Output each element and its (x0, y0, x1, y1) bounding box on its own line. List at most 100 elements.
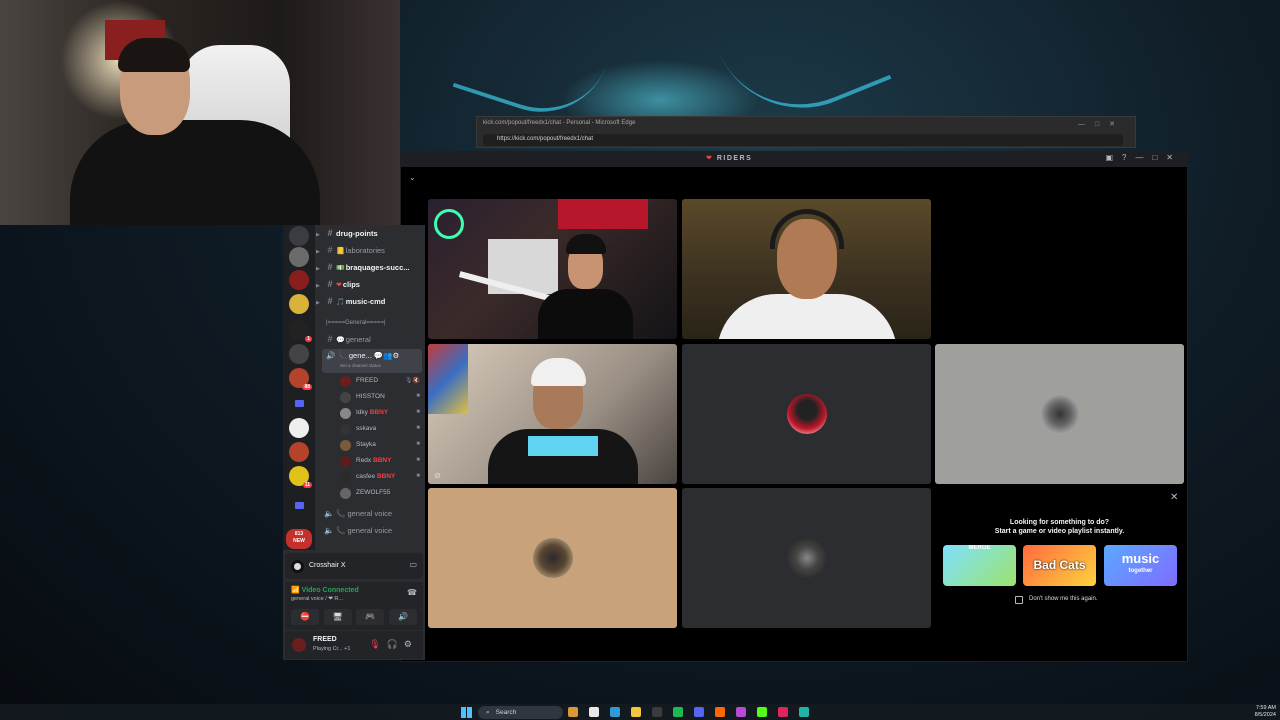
folder-icon[interactable] (631, 706, 641, 717)
clock-date: 8/5/2024 (1254, 712, 1276, 718)
channel-status[interactable]: Set a channel status (340, 363, 381, 368)
channel-braquages[interactable]: ▶ # 💵braquages-succ... (316, 261, 421, 274)
video-tile[interactable]: ⊘ (428, 344, 677, 484)
edge-address-bar[interactable]: https://kick.com/popout/freedx1/chat (483, 134, 1123, 146)
chevron-right-icon: ▶ (316, 232, 320, 238)
channel-drug-points[interactable]: ▶ # drug-points (316, 227, 421, 240)
server-icon[interactable] (289, 418, 309, 438)
dont-show-label: Don't show me this again. (1029, 596, 1098, 602)
server-icon[interactable] (289, 344, 309, 364)
edge-icon[interactable] (610, 706, 620, 717)
voice-connected-status[interactable]: 📶 Video Connected (291, 586, 359, 594)
avatar-tile[interactable] (428, 488, 677, 628)
hash-icon: # (327, 334, 333, 344)
user-tag: BBNY (376, 473, 396, 480)
discord-window-controls[interactable]: ▣?—□✕ (1105, 153, 1182, 162)
voice-channel-general-voice[interactable]: 🔈 📞 general voice (324, 509, 422, 518)
voice-user[interactable]: sskava ■ (340, 422, 422, 438)
voice-user[interactable]: HISSTON ■ (340, 390, 422, 406)
avatar-tile[interactable] (682, 344, 931, 484)
server-icon[interactable]: 11 (289, 466, 312, 488)
channel-music-cmd[interactable]: ▶ # 🎵music-cmd (316, 295, 421, 308)
new-servers-badge[interactable]: 813 NEW (286, 529, 312, 549)
server-icon[interactable] (289, 294, 309, 314)
disconnect-icon[interactable]: ☎ (407, 588, 417, 597)
gear-icon[interactable]: ⚙ (404, 639, 418, 649)
avatar (340, 424, 351, 435)
user-audio-controls[interactable]: 🎙🎧⚙ (369, 639, 418, 650)
app-icon[interactable] (715, 706, 725, 717)
speaker-icon: 🔊 (326, 351, 336, 360)
dont-show-checkbox[interactable] (1015, 596, 1023, 604)
camera-off-button[interactable]: ⛔ (291, 609, 319, 625)
voice-channel-actions[interactable]: 💬👥⚙ (374, 351, 399, 360)
voice-user[interactable]: Stayka ■ (340, 438, 422, 454)
taskbar-clock[interactable]: 7:59 AM 8/5/2024 (1255, 705, 1276, 719)
video-tile[interactable] (428, 199, 677, 339)
screen-share-icon[interactable]: ▭ (409, 560, 417, 569)
taskbar-search[interactable]: ⌕ Search (478, 706, 563, 719)
activity-card-merge[interactable]: MERGE (943, 545, 1016, 586)
channel-label: braquages-succ... (345, 263, 410, 272)
speaker-icon: 🔈 (324, 509, 334, 518)
voice-user-name: HISSTON (356, 393, 385, 400)
phone-icon: 📞 (336, 526, 348, 535)
mic-muted-icon[interactable]: 🎙 (369, 639, 386, 649)
channel-clips[interactable]: ▶ # ❤clips (316, 278, 421, 291)
video-tile[interactable] (682, 199, 931, 339)
edge-window[interactable]: kick.com/popout/freedx1/chat - Personal … (476, 116, 1136, 148)
voice-channel-general-voice[interactable]: 🔈 📞 general voice (324, 526, 422, 535)
hash-icon: # (327, 279, 333, 289)
activity-card-music[interactable]: music together (1104, 545, 1177, 586)
avatar-tile[interactable] (935, 344, 1184, 484)
server-icon[interactable] (289, 270, 309, 290)
activity-crosshair[interactable]: Crosshair X ▭ (285, 553, 423, 579)
heart-icon: ❤ (706, 155, 717, 162)
channel-label: general (345, 335, 371, 344)
voice-user[interactable]: Idky BBNY ■ (340, 406, 422, 422)
voice-user[interactable]: ZEWOLF55 (340, 486, 422, 502)
voice-connected-channel[interactable]: general voice / ❤ R... (291, 596, 343, 602)
server-folder-icon[interactable] (295, 502, 304, 509)
server-folder-icon[interactable] (295, 400, 304, 407)
edge-window-controls[interactable]: —□✕ (1078, 120, 1125, 128)
channel-general[interactable]: # 💬general (324, 333, 429, 346)
app-icon[interactable] (778, 706, 788, 717)
server-icon[interactable] (289, 226, 309, 246)
video-camera-icon: ■ (416, 393, 420, 399)
app-icon[interactable] (589, 706, 599, 717)
windows-start-icon[interactable] (461, 707, 472, 718)
soundboard-button[interactable]: 🔊 (388, 609, 417, 625)
avatar[interactable] (290, 636, 308, 654)
screen-share-button[interactable]: 🖥 (323, 609, 352, 625)
chevron-down-icon[interactable]: ⌄ (409, 173, 416, 182)
close-icon[interactable]: ✕ (1170, 492, 1178, 503)
server-icon[interactable]: 88 (289, 368, 312, 390)
kick-icon[interactable] (757, 706, 767, 717)
headphones-muted-icon[interactable]: 🎧 (387, 639, 404, 649)
server-icon[interactable]: 1 (289, 320, 312, 342)
activity-button[interactable]: 🎮 (356, 609, 385, 625)
app-icon[interactable] (568, 706, 578, 717)
voice-channel-label: general voice (347, 509, 393, 518)
video-camera-icon: ■ (416, 457, 420, 463)
server-icon[interactable] (289, 442, 309, 462)
discord-icon[interactable] (694, 706, 704, 717)
spotify-icon[interactable] (673, 706, 683, 717)
channel-label: laboratories (345, 246, 385, 255)
channel-laboratories[interactable]: ▶ # 📒laboratories (316, 244, 421, 257)
avatar-tile[interactable] (682, 488, 931, 628)
server-mention-badge: 1 (305, 336, 312, 342)
category-general[interactable]: |=====General=====| (326, 320, 426, 326)
app-icon[interactable] (736, 706, 746, 717)
voice-user[interactable]: FREED 🎙🔇 (340, 374, 422, 390)
server-icon[interactable] (289, 247, 309, 267)
activity-card-bad-cats[interactable]: Bad Cats (1023, 545, 1096, 586)
channel-label: drug-points (336, 229, 378, 238)
voice-user[interactable]: Redx BBNY ■ (340, 454, 422, 470)
user-tag: BBNY (369, 409, 389, 416)
channel-label: clips (342, 280, 360, 289)
app-icon[interactable] (652, 706, 662, 717)
app-icon[interactable] (799, 706, 809, 717)
voice-user[interactable]: casfee BBNY ■ (340, 470, 422, 486)
